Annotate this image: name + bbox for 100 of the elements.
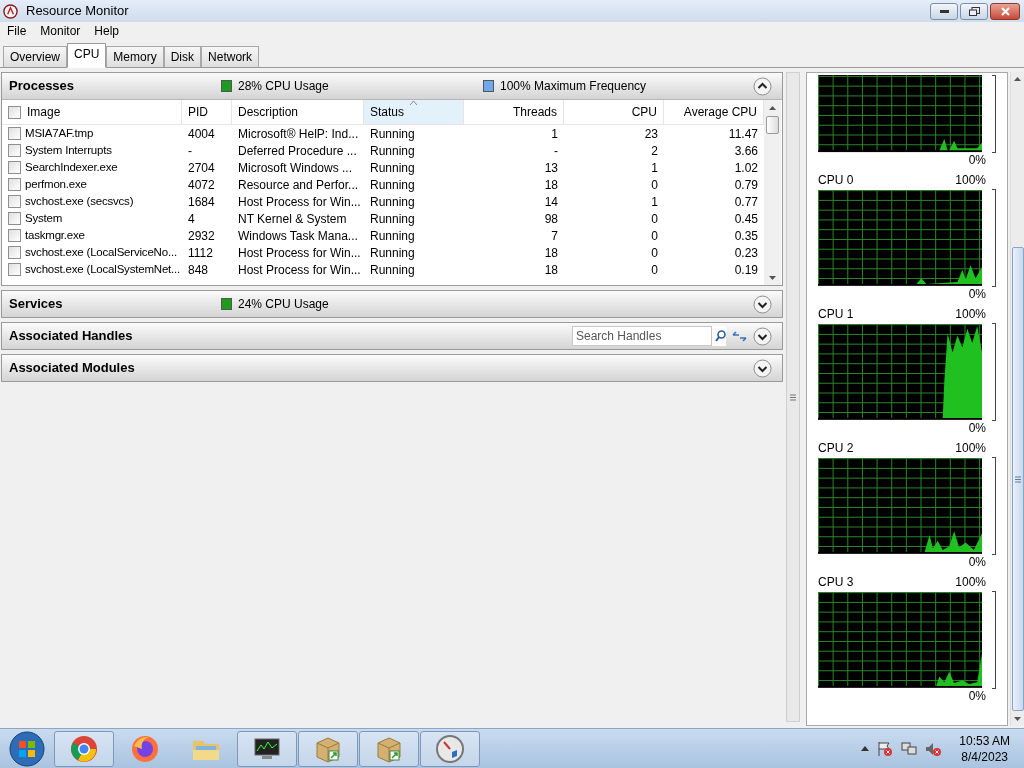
table-cell-text: Running — [370, 142, 415, 160]
table-cell-text: NT Kernel & System — [238, 210, 347, 228]
expand-button[interactable] — [753, 326, 772, 346]
table-cell-text: 1112 — [188, 244, 213, 262]
scale-max-label: 100% — [955, 306, 986, 323]
show-hidden-icons-icon[interactable] — [861, 746, 870, 751]
tab[interactable]: Memory — [106, 46, 164, 67]
close-icon — [1000, 6, 1010, 16]
graph-label: CPU 3 — [818, 574, 854, 591]
table-cell-text: 0 — [651, 227, 658, 245]
restore-button[interactable] — [960, 2, 988, 20]
search-field[interactable]: Search Handles — [572, 326, 712, 346]
scale-min-label: 0% — [968, 688, 986, 705]
tab[interactable]: Disk — [163, 46, 202, 67]
column-label: Average CPU — [683, 104, 757, 121]
table-cell-text: 1 — [651, 159, 658, 177]
table-cell-text: Running — [370, 261, 415, 279]
table-cell-text: SearchIndexer.exe — [25, 159, 118, 175]
table-cell-text: Running — [370, 159, 415, 177]
table-cell-text: svchost.exe (LocalSystemNet... — [25, 261, 181, 277]
expand-button[interactable] — [753, 358, 772, 378]
scrollbar-thumb[interactable] — [1011, 247, 1024, 711]
menu-item[interactable]: File — [0, 22, 34, 40]
vertical-scrollbar[interactable] — [1010, 72, 1024, 726]
network-icon[interactable] — [901, 740, 918, 757]
checkbox[interactable] — [8, 161, 21, 174]
checkbox[interactable] — [8, 246, 21, 259]
tab[interactable]: Overview — [3, 46, 67, 67]
clock-date[interactable]: 8/4/2023 — [961, 748, 1008, 765]
table-cell-text: Resource and Perfor... — [238, 176, 359, 194]
table-scrollbar[interactable] — [764, 100, 781, 285]
table-cell-text: 3.66 — [734, 142, 758, 160]
checkbox[interactable] — [8, 178, 21, 191]
scale-max-label: 100% — [955, 574, 986, 591]
checkbox[interactable] — [8, 212, 21, 225]
table-cell-text: 1 — [551, 125, 558, 143]
section-header[interactable]: Services 24% CPU Usage — [2, 291, 782, 317]
tab[interactable]: Network — [201, 46, 260, 67]
table-cell-text: 23 — [644, 125, 658, 143]
start-button[interactable] — [8, 729, 46, 768]
checkbox[interactable] — [8, 229, 21, 242]
clock-time[interactable]: 10:53 AM — [959, 732, 1010, 749]
flag-icon[interactable] — [877, 740, 894, 757]
checkbox[interactable] — [8, 127, 21, 140]
table-cell-text: 0.35 — [734, 227, 758, 245]
minimize-button[interactable] — [930, 2, 958, 20]
table-cell-text: 18 — [544, 261, 558, 279]
section-header[interactable]: Associated Modules — [2, 355, 782, 381]
scrollbar-thumb[interactable] — [766, 116, 779, 134]
table-cell-text: 2704 — [188, 159, 215, 177]
checkbox[interactable] — [8, 105, 21, 119]
table-cell-text: taskmgr.exe — [25, 227, 85, 243]
app-icon — [3, 3, 18, 19]
table-cell-text: Running — [370, 125, 415, 143]
grip-icon — [790, 393, 796, 401]
collapse-button[interactable] — [753, 76, 772, 96]
table-cell-text: System Interrupts — [25, 142, 112, 158]
menu-item[interactable]: Help — [87, 22, 127, 40]
column-label: Threads — [512, 104, 557, 121]
scroll-down-icon — [1014, 717, 1021, 721]
refresh-icon[interactable] — [732, 329, 747, 343]
table-cell-text: 7 — [551, 227, 558, 245]
restore-icon — [968, 6, 980, 16]
table-cell-text: 18 — [544, 244, 558, 262]
scale-max-label: 100% — [955, 440, 986, 457]
table-cell-text: svchost.exe (LocalServiceNo... — [25, 244, 177, 260]
menu-item[interactable]: Monitor — [33, 22, 88, 40]
taskbar-button[interactable] — [237, 730, 297, 767]
scroll-up-icon — [1014, 77, 1021, 81]
table-cell-text: 13 — [544, 159, 558, 177]
section-header[interactable]: Associated Handles Search Handles — [2, 323, 782, 349]
table-cell-text: 0.45 — [734, 210, 758, 228]
table-cell-text: 18 — [544, 176, 558, 194]
graph-label: CPU 1 — [818, 306, 854, 323]
checkbox[interactable] — [8, 144, 21, 157]
window-title: Resource Monitor — [26, 2, 129, 21]
column-label: Description — [238, 104, 299, 121]
section-title: Associated Handles — [9, 327, 134, 346]
expand-button[interactable] — [753, 294, 772, 314]
table-cell-text: 0 — [651, 176, 658, 194]
checkbox[interactable] — [8, 195, 21, 208]
table-cell-text: 0.77 — [734, 193, 758, 211]
search-icon[interactable] — [715, 330, 726, 342]
section-header[interactable]: Processes 28% CPU Usage 100% Maximum Frequency — [2, 73, 782, 99]
graph-label: CPU 0 — [818, 172, 854, 189]
table-cell-text: perfmon.exe — [25, 176, 87, 192]
section-title: Processes — [9, 77, 76, 96]
scroll-up-icon — [769, 106, 776, 110]
close-button[interactable] — [990, 2, 1020, 20]
table-cell-text: System — [25, 210, 63, 226]
table-cell-text: 0.19 — [734, 261, 758, 279]
column-label: PID — [188, 104, 208, 121]
table-cell-text: 11.47 — [728, 125, 758, 143]
table-cell-text: 0.23 — [734, 244, 758, 262]
tab[interactable]: CPU — [67, 43, 107, 68]
table-cell-text: 4072 — [188, 176, 215, 194]
table-cell-text: Running — [370, 176, 415, 194]
column-header[interactable]: Status — [364, 100, 464, 124]
checkbox[interactable] — [8, 263, 21, 276]
browser-icon — [69, 733, 99, 764]
